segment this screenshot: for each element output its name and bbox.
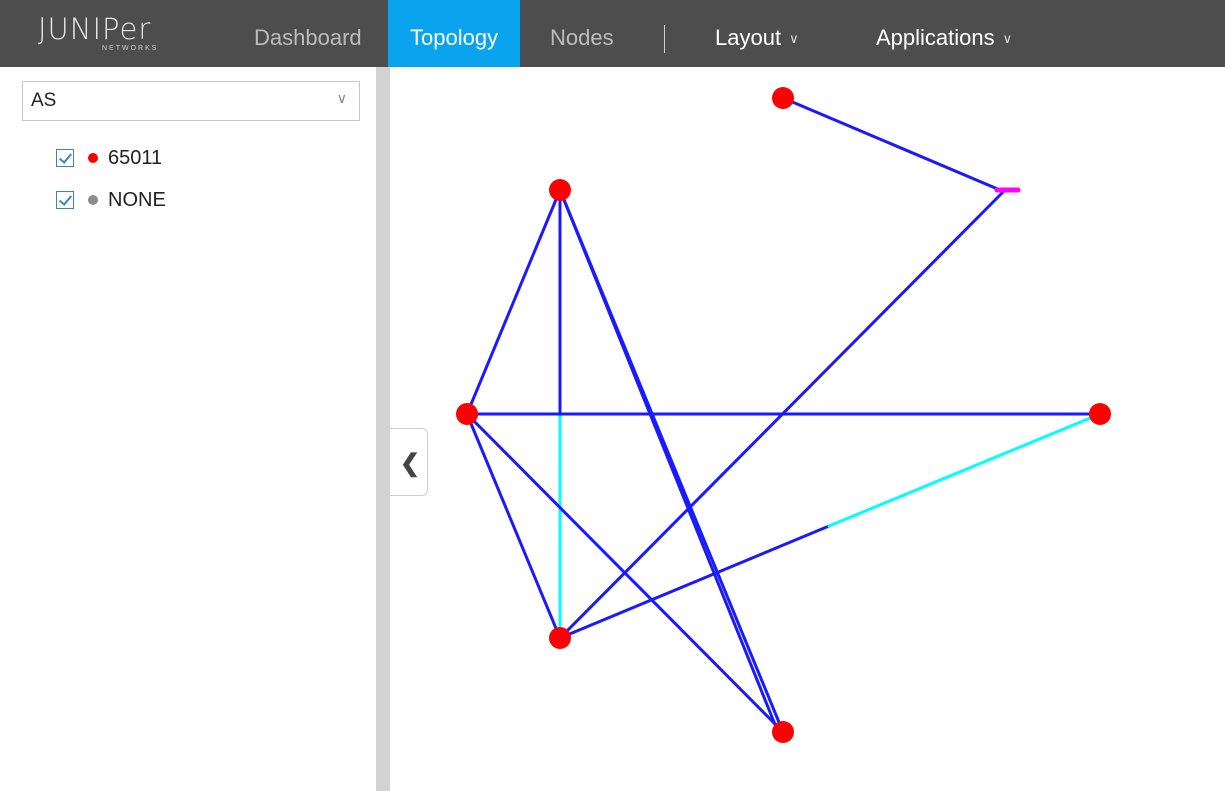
chevron-left-icon: ❮ — [400, 450, 421, 477]
legend-color-dot — [88, 153, 98, 163]
link[interactable] — [781, 96, 1002, 192]
topology-graph[interactable] — [390, 67, 1225, 791]
logo-subtext: NETWORKS — [102, 45, 159, 52]
legend-label: NONE — [108, 188, 166, 211]
node[interactable] — [772, 721, 794, 743]
link[interactable] — [465, 188, 562, 416]
node[interactable] — [549, 179, 571, 201]
collapse-sidebar-button[interactable]: ❮ — [390, 428, 428, 496]
link[interactable] — [558, 188, 780, 734]
nav-applications-label: Applications — [876, 25, 995, 50]
node[interactable] — [772, 87, 794, 109]
legend-checkbox[interactable] — [56, 191, 74, 209]
chevron-down-icon: ∨ — [336, 90, 347, 106]
link[interactable] — [465, 412, 562, 640]
sidebar-splitter[interactable] — [376, 67, 390, 791]
nav-topology[interactable]: Topology — [388, 0, 521, 67]
chevron-down-icon: ∨ — [1002, 31, 1013, 46]
legend-checkbox[interactable] — [56, 149, 74, 167]
node[interactable] — [456, 403, 478, 425]
nav-dashboard[interactable]: Dashboard — [232, 0, 384, 67]
nav-layout-menu[interactable]: Layout ∨ — [693, 0, 821, 67]
chevron-down-icon: ∨ — [789, 31, 799, 46]
link[interactable] — [827, 412, 1102, 528]
group-by-select[interactable]: AS ∨ — [22, 81, 360, 121]
node[interactable] — [549, 627, 571, 649]
nav-applications-menu[interactable]: Applications ∨ — [854, 0, 1034, 67]
juniper-logo[interactable]: JUNIPer NETWORKS — [38, 14, 188, 58]
legend-label: 65011 — [108, 146, 163, 169]
node[interactable] — [1089, 403, 1111, 425]
top-nav-bar: JUNIPer NETWORKS Dashboard Topology Node… — [0, 0, 1225, 67]
legend-item[interactable]: 65011 — [56, 144, 162, 172]
nav-layout-label: Layout — [715, 25, 782, 50]
legend-item[interactable]: NONE — [56, 186, 166, 214]
sidebar-panel: AS ∨ 65011 NONE — [0, 67, 376, 791]
nav-separator — [664, 25, 665, 53]
legend-color-dot — [88, 195, 98, 205]
logo-text: JUNIPer — [38, 12, 152, 46]
group-by-value: AS — [31, 90, 57, 111]
nav-nodes[interactable]: Nodes — [528, 0, 636, 67]
link[interactable] — [558, 524, 831, 640]
